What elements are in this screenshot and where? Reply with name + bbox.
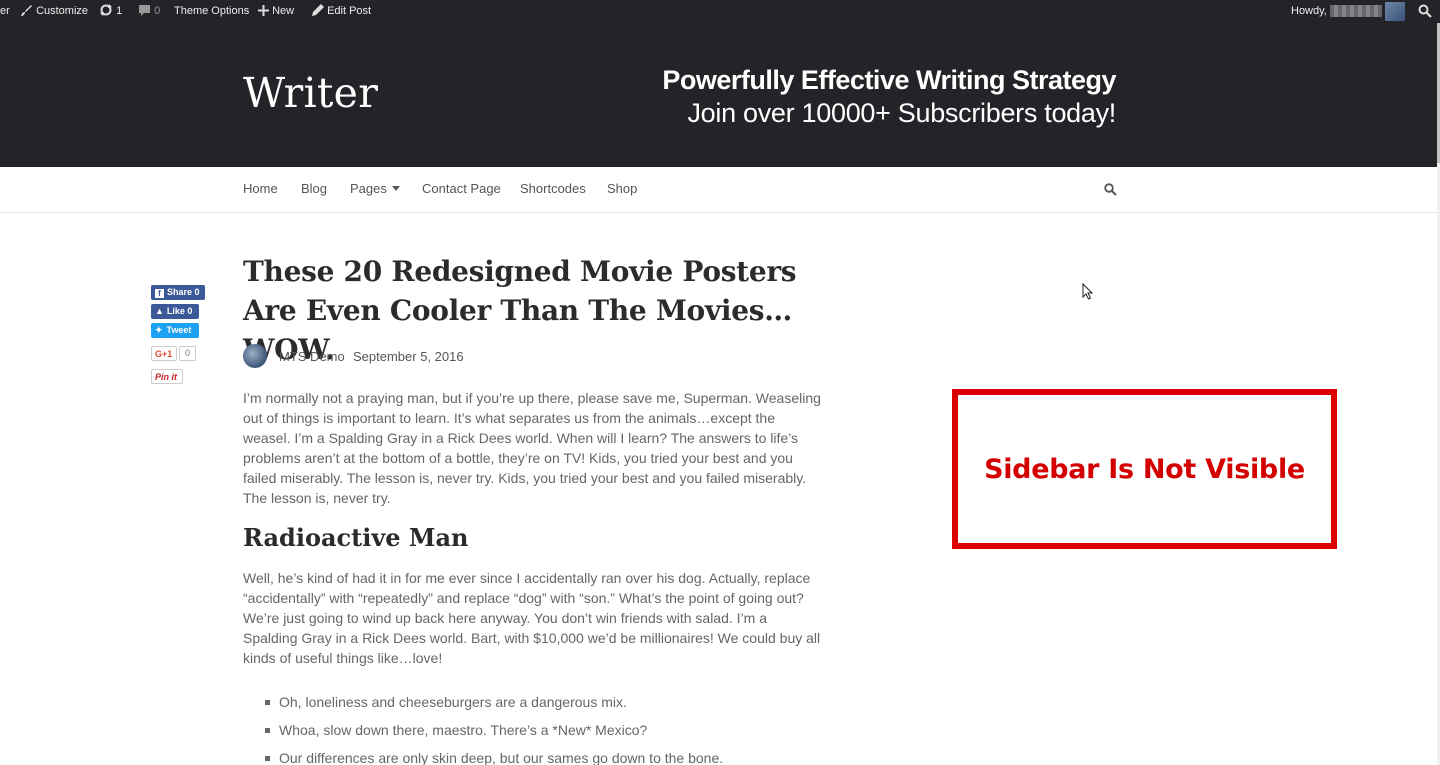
updates-link[interactable]: 1 (99, 0, 122, 23)
list-item: Oh, loneliness and cheeseburgers are a d… (265, 688, 845, 716)
header-promo: Powerfully Effective Writing Strategy Jo… (662, 64, 1116, 130)
nav-item-contact-page[interactable]: Contact Page (422, 181, 501, 196)
nav-item-shortcodes[interactable]: Shortcodes (520, 181, 586, 196)
facebook-like-label: Like 0 (166, 306, 193, 316)
brush-icon (21, 4, 32, 16)
nav-item-blog[interactable]: Blog (301, 181, 327, 196)
comments-count: 0 (154, 5, 161, 17)
tweet-button[interactable]: ✦ Tweet (151, 323, 199, 338)
nav-item-pages[interactable]: Pages (350, 181, 400, 196)
site-logo[interactable]: Writer (243, 69, 378, 117)
edit-post-link[interactable]: Edit Post (312, 0, 371, 23)
new-label: New (272, 5, 295, 17)
thumbs-up-icon: ▲ (155, 306, 164, 316)
comment-icon (139, 4, 150, 16)
admin-bar: er Customize 1 0 Theme Options New Edit … (0, 0, 1440, 23)
tweet-label: Tweet (166, 325, 192, 335)
refresh-icon (100, 4, 112, 17)
promo-headline: Powerfully Effective Writing Strategy (662, 65, 1116, 95)
facebook-share-button[interactable]: f Share 0 (151, 285, 205, 300)
facebook-icon: f (155, 289, 164, 298)
post-bullet-list: Oh, loneliness and cheeseburgers are a d… (265, 688, 845, 765)
redacted-username (1330, 5, 1382, 17)
facebook-like-button[interactable]: ▲ Like 0 (151, 304, 199, 319)
promo-subline: Join over 10000+ Subscribers today! (687, 98, 1116, 128)
edit-post-label: Edit Post (327, 5, 372, 17)
google-plus-button[interactable]: G+1 (151, 346, 177, 361)
post-author[interactable]: MTS Demo (279, 349, 345, 364)
pencil-icon (312, 4, 324, 17)
main-navigation: Home Blog Pages Contact Page Shortcodes … (0, 167, 1437, 213)
search-icon[interactable] (1418, 4, 1432, 18)
twitter-icon: ✦ (155, 325, 163, 335)
nav-item-home[interactable]: Home (243, 181, 278, 196)
post-subheading: Radioactive Man (243, 523, 469, 552)
admin-bar-site-name[interactable]: er (0, 0, 10, 23)
site-header: Writer Powerfully Effective Writing Stra… (0, 23, 1437, 167)
plus-icon (258, 4, 269, 16)
post-paragraph-2: Well, he’s kind of had it in for me ever… (243, 570, 821, 666)
facebook-share-label: Share 0 (167, 287, 200, 297)
nav-item-pages-label: Pages (350, 181, 387, 196)
post-date: September 5, 2016 (353, 349, 464, 364)
list-item: Whoa, slow down there, maestro. There’s … (265, 716, 845, 744)
post-paragraph-1: I’m normally not a praying man, but if y… (243, 390, 821, 506)
customize-label: Customize (36, 5, 89, 17)
search-icon[interactable] (1104, 183, 1117, 196)
comments-link[interactable]: 0 (138, 0, 160, 23)
list-item: Our differences are only skin deep, but … (265, 744, 845, 765)
new-link[interactable]: New (258, 0, 294, 23)
user-avatar[interactable] (1385, 2, 1405, 21)
howdy-label[interactable]: Howdy, (1291, 0, 1327, 23)
customize-link[interactable]: Customize (20, 0, 88, 23)
mouse-cursor-icon (1082, 283, 1093, 300)
caret-down-icon (391, 186, 400, 191)
sidebar-annotation-text: Sidebar Is Not Visible (984, 453, 1305, 485)
updates-count: 1 (116, 5, 123, 17)
nav-item-shop[interactable]: Shop (607, 181, 637, 196)
sidebar-annotation-box: Sidebar Is Not Visible (952, 389, 1337, 549)
theme-options-link[interactable]: Theme Options (174, 0, 249, 23)
pinterest-button[interactable]: Pin it (151, 369, 183, 384)
google-plus-count: 0 (179, 346, 196, 361)
author-avatar (243, 344, 267, 368)
